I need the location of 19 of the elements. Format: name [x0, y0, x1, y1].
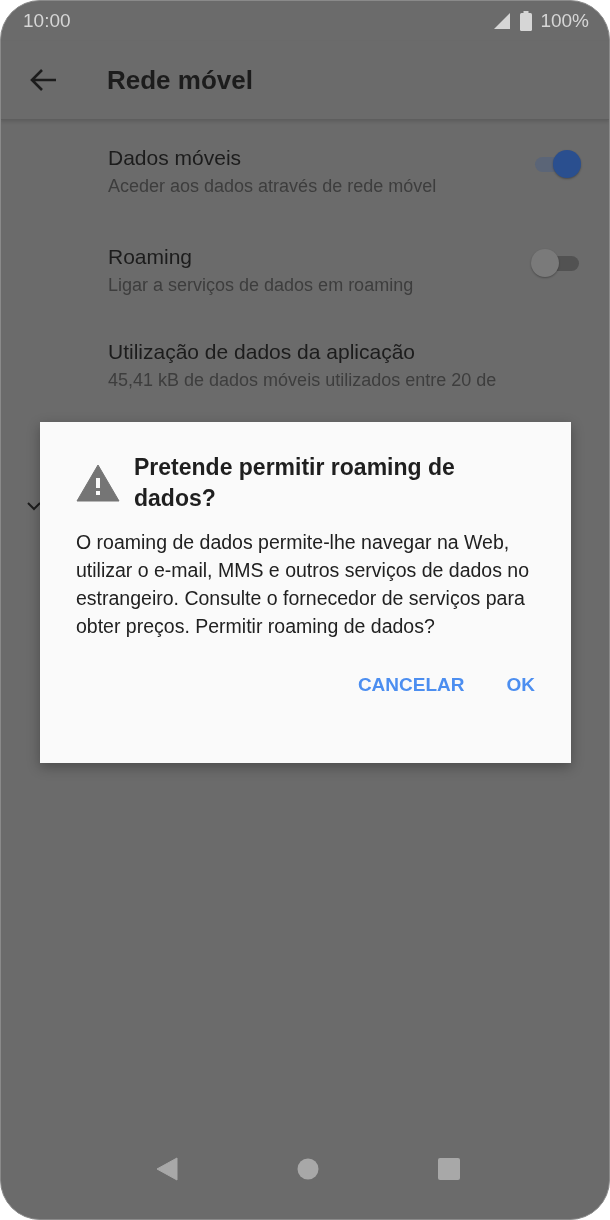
status-time: 10:00 [23, 10, 71, 32]
signal-icon [492, 12, 513, 30]
screen-title: Rede móvel [107, 64, 253, 96]
dialog-button[interactable]: CANCELAR [351, 666, 471, 704]
home-icon[interactable] [296, 1158, 319, 1180]
chevron-down-icon[interactable] [27, 502, 41, 511]
recents-icon[interactable] [437, 1158, 460, 1180]
dialog-message: O roaming de dados permite-lhe navegar na Web, utilizar o e-mail, MMS e outros serviços de dados no estrangeiro. Consulte o fornecedor de serviços para obter preços. Permitir roaming de dados? [76, 530, 531, 639]
setting-title: Roaming [108, 245, 194, 269]
setting-title: Utilização de dados da aplicação [108, 340, 417, 364]
back-icon[interactable] [155, 1157, 178, 1181]
setting-title: Dados móveis [108, 146, 243, 170]
dialog-button[interactable]: OK [500, 666, 541, 704]
dialog-title: Pretende permitir roaming de dados? [134, 453, 456, 513]
battery-icon [520, 11, 533, 31]
battery-percentage: 100% [540, 10, 589, 32]
toggle-switch[interactable] [531, 247, 581, 278]
back-arrow-icon[interactable] [29, 68, 57, 92]
warning-icon [76, 464, 120, 502]
